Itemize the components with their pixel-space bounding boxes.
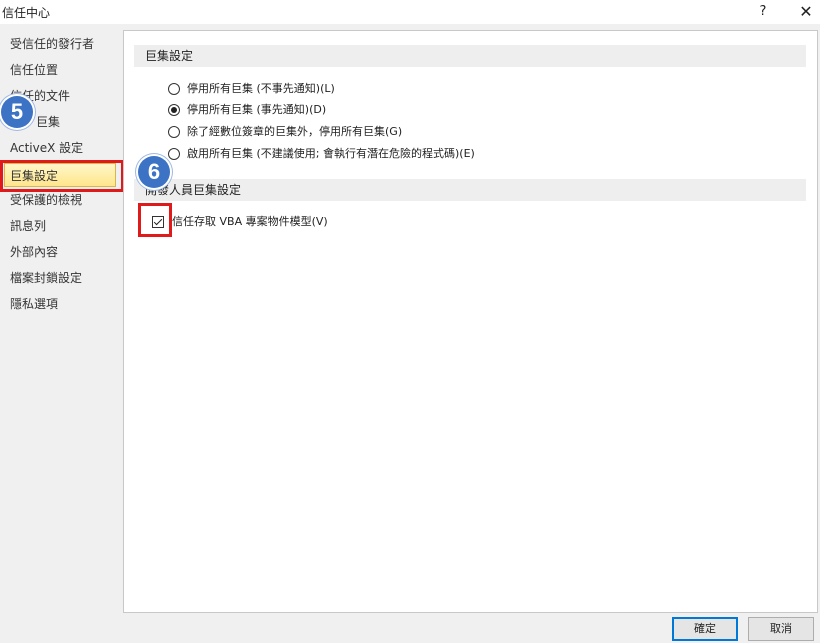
dialog-footer: 確定 取消 [0,613,820,643]
trust-vba-label: 信任存取 VBA 專案物件模型(V) [172,215,328,228]
radio-label: 停用所有巨集 (事先通知)(D) [187,103,327,116]
step-5-badge: 5 [1,96,33,128]
sidebar-item-activex-settings[interactable]: ActiveX 設定 [0,136,118,160]
radio-button[interactable] [168,126,180,138]
sidebar-item-trusted-publishers[interactable]: 受信任的發行者 [0,32,118,56]
checkbox-highlight [138,203,172,237]
radio-button[interactable] [168,83,180,95]
radio-button-selected[interactable] [168,104,180,116]
help-button[interactable]: ? [752,1,774,23]
radio-button[interactable] [168,148,180,160]
settings-panel: 巨集設定 停用所有巨集 (不事先通知)(L) 停用所有巨集 (事先通知)(D) … [123,30,818,613]
sidebar-item-privacy-options[interactable]: 隱私選項 [0,292,118,316]
radio-label: 停用所有巨集 (不事先通知)(L) [187,82,335,95]
sidebar-selection-highlight [0,160,124,192]
sidebar-item-external-content[interactable]: 外部內容 [0,240,118,264]
sidebar-item-trusted-locations[interactable]: 信任位置 [0,58,118,82]
radio-label: 啟用所有巨集 (不建議使用; 會執行有潛在危險的程式碼)(E) [187,147,475,160]
macro-settings-header: 巨集設定 [134,45,806,67]
step-6-badge: 6 [138,156,170,188]
developer-macro-settings-header: 開發人員巨集設定 [134,179,806,201]
cancel-button[interactable]: 取消 [748,617,814,641]
radio-label: 除了經數位簽章的巨集外，停用所有巨集(G) [187,125,403,138]
window-title: 信任中心 [2,6,51,20]
sidebar-item-file-block-settings[interactable]: 檔案封鎖設定 [0,266,118,290]
sidebar-item-message-bar[interactable]: 訊息列 [0,214,118,238]
ok-button[interactable]: 確定 [672,617,738,641]
title-bar: 信任中心 ? ✕ [0,0,820,24]
close-button[interactable]: ✕ [794,0,818,24]
